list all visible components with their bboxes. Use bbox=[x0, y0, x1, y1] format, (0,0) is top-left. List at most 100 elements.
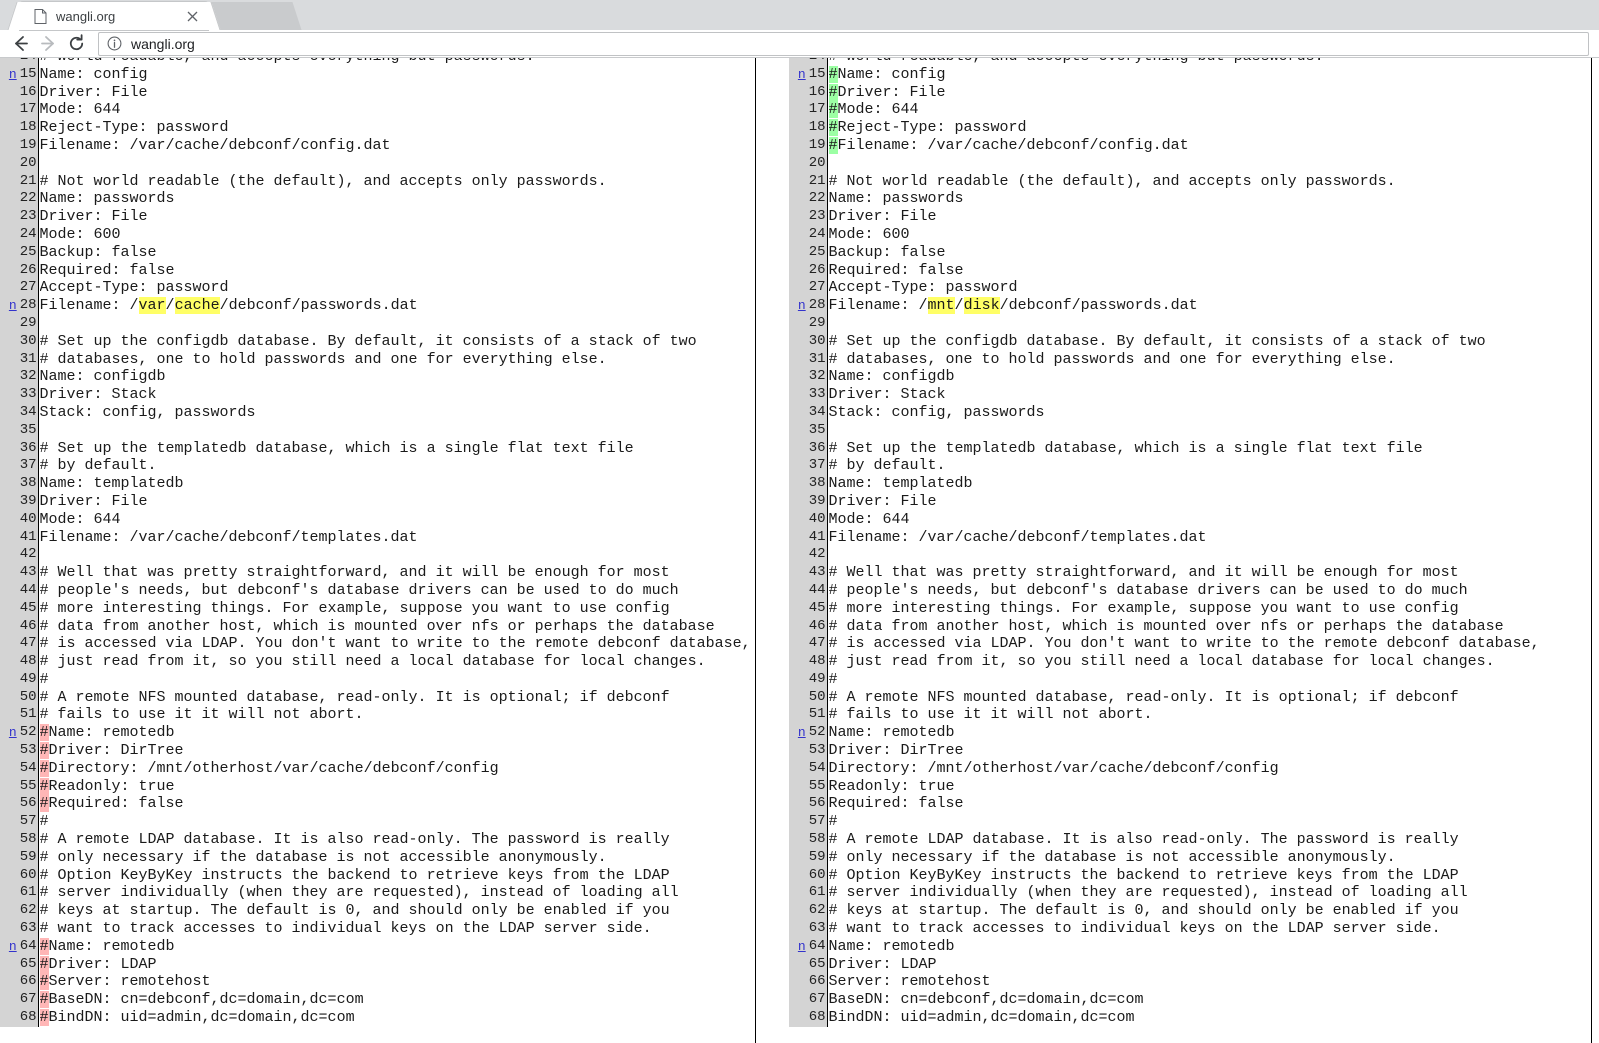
code-line-content[interactable]: # world-readable, and accepts everything… bbox=[38, 58, 755, 66]
next-change-anchor-link[interactable]: n bbox=[798, 938, 806, 956]
code-line-content[interactable]: Stack: config, passwords bbox=[827, 403, 1591, 422]
code-line-content[interactable]: # Set up the templatedb database, which … bbox=[827, 439, 1591, 458]
next-change-anchor-link[interactable]: n bbox=[9, 938, 17, 956]
code-line-content[interactable]: # A remote LDAP database. It is also rea… bbox=[827, 831, 1591, 849]
next-change-anchor-link[interactable]: n bbox=[9, 66, 17, 84]
code-line-content[interactable]: BindDN: uid=admin,dc=domain,dc=com bbox=[827, 1009, 1591, 1027]
code-line-content[interactable]: # more interesting things. For example, … bbox=[827, 599, 1591, 618]
code-line-content[interactable]: # fails to use it it will not abort. bbox=[38, 706, 755, 725]
code-line-content[interactable]: # server individually (when they are req… bbox=[38, 884, 755, 903]
code-line-content[interactable]: Name: templatedb bbox=[827, 475, 1591, 493]
code-line-content[interactable]: # data from another host, which is mount… bbox=[38, 617, 755, 636]
code-line-content[interactable]: #Driver: File bbox=[827, 83, 1591, 102]
code-line-content[interactable]: Driver: File bbox=[827, 208, 1591, 226]
code-line-content[interactable]: Driver: File bbox=[38, 492, 755, 511]
diff-pane-right[interactable]: n14# world-readable, and accepts everyth… bbox=[789, 58, 1592, 1043]
code-line-content[interactable]: # people's needs, but debconf's database… bbox=[827, 581, 1591, 600]
code-line-content[interactable]: # want to track accesses to individual k… bbox=[38, 920, 755, 938]
code-line-content[interactable]: BaseDN: cn=debconf,dc=domain,dc=com bbox=[827, 991, 1591, 1010]
code-line-content[interactable] bbox=[38, 421, 755, 440]
code-line-content[interactable] bbox=[38, 546, 755, 565]
code-line-content[interactable]: Filename: /var/cache/debconf/templates.d… bbox=[38, 528, 755, 547]
code-line-content[interactable]: # is accessed via LDAP. You don't want t… bbox=[827, 635, 1591, 654]
code-line-content[interactable]: # bbox=[827, 670, 1591, 689]
code-line-content[interactable]: Driver: File bbox=[38, 83, 755, 102]
reload-icon[interactable] bbox=[62, 32, 90, 56]
code-line-content[interactable]: # Set up the configdb database. By defau… bbox=[38, 332, 755, 351]
browser-tab-inactive[interactable] bbox=[214, 2, 290, 30]
code-line-content[interactable]: Filename: /mnt/disk/debconf/passwords.da… bbox=[827, 297, 1591, 315]
code-line-content[interactable]: Required: false bbox=[38, 261, 755, 280]
code-line-content[interactable] bbox=[827, 546, 1591, 565]
code-line-content[interactable]: # Set up the templatedb database, which … bbox=[38, 439, 755, 458]
code-line-content[interactable]: Name: passwords bbox=[38, 190, 755, 209]
code-line-content[interactable]: # Option KeyByKey instructs the backend … bbox=[38, 866, 755, 885]
code-line-content[interactable]: #Name: remotedb bbox=[38, 724, 755, 743]
arrow-right-icon[interactable] bbox=[34, 32, 62, 56]
code-line-content[interactable]: Name: passwords bbox=[827, 190, 1591, 209]
code-line-content[interactable]: Reject-Type: password bbox=[38, 119, 755, 137]
code-line-content[interactable]: # A remote LDAP database. It is also rea… bbox=[38, 831, 755, 849]
code-line-content[interactable]: Name: configdb bbox=[38, 368, 755, 387]
code-line-content[interactable]: #Mode: 644 bbox=[827, 101, 1591, 120]
code-line-content[interactable]: # by default. bbox=[38, 457, 755, 476]
code-line-content[interactable]: # Not world readable (the default), and … bbox=[38, 172, 755, 191]
code-line-content[interactable]: #Name: config bbox=[827, 65, 1591, 84]
code-line-content[interactable]: Name: remotedb bbox=[827, 937, 1591, 956]
code-line-content[interactable]: Filename: /var/cache/debconf/templates.d… bbox=[827, 528, 1591, 547]
code-line-content[interactable]: Driver: Stack bbox=[38, 386, 755, 404]
code-line-content[interactable]: #Reject-Type: password bbox=[827, 119, 1591, 137]
code-line-content[interactable]: Mode: 644 bbox=[827, 510, 1591, 529]
next-change-anchor-link[interactable]: n bbox=[9, 297, 17, 315]
code-line-content[interactable]: Backup: false bbox=[38, 243, 755, 262]
code-line-content[interactable]: # bbox=[38, 670, 755, 689]
code-line-content[interactable]: # more interesting things. For example, … bbox=[38, 599, 755, 618]
code-line-content[interactable]: #Driver: LDAP bbox=[38, 955, 755, 974]
code-line-content[interactable]: #BaseDN: cn=debconf,dc=domain,dc=com bbox=[38, 991, 755, 1010]
code-line-content[interactable]: # data from another host, which is mount… bbox=[827, 617, 1591, 636]
code-line-content[interactable]: Name: config bbox=[38, 65, 755, 84]
code-line-content[interactable]: Filename: /var/cache/debconf/config.dat bbox=[38, 136, 755, 155]
code-line-content[interactable]: # people's needs, but debconf's database… bbox=[38, 581, 755, 600]
code-line-content[interactable]: # databases, one to hold passwords and o… bbox=[38, 350, 755, 369]
code-line-content[interactable]: Required: false bbox=[827, 795, 1591, 814]
diff-pane-left[interactable]: n14# world-readable, and accepts everyth… bbox=[0, 58, 756, 1043]
code-line-content[interactable]: #Name: remotedb bbox=[38, 937, 755, 956]
code-line-content[interactable]: # keys at startup. The default is 0, and… bbox=[38, 902, 755, 921]
code-line-content[interactable]: # A remote NFS mounted database, read-on… bbox=[38, 688, 755, 707]
code-line-content[interactable]: # world-readable, and accepts everything… bbox=[827, 58, 1591, 66]
code-line-content[interactable]: #Filename: /var/cache/debconf/config.dat bbox=[827, 136, 1591, 155]
code-line-content[interactable]: #Required: false bbox=[38, 795, 755, 814]
code-line-content[interactable]: # server individually (when they are req… bbox=[827, 884, 1591, 903]
code-line-content[interactable]: # is accessed via LDAP. You don't want t… bbox=[38, 635, 755, 654]
code-line-content[interactable]: # Well that was pretty straightforward, … bbox=[827, 564, 1591, 582]
code-line-content[interactable]: Filename: /var/cache/debconf/passwords.d… bbox=[38, 297, 755, 315]
code-line-content[interactable]: #Driver: DirTree bbox=[38, 742, 755, 760]
browser-tab-active[interactable]: wangli.org bbox=[20, 2, 208, 30]
code-line-content[interactable]: # keys at startup. The default is 0, and… bbox=[827, 902, 1591, 921]
address-bar-url[interactable]: wangli.org bbox=[131, 36, 195, 52]
code-line-content[interactable]: # databases, one to hold passwords and o… bbox=[827, 350, 1591, 369]
code-line-content[interactable] bbox=[827, 421, 1591, 440]
code-line-content[interactable]: Stack: config, passwords bbox=[38, 403, 755, 422]
code-line-content[interactable]: # only necessary if the database is not … bbox=[38, 848, 755, 867]
code-line-content[interactable]: # only necessary if the database is not … bbox=[827, 848, 1591, 867]
address-bar[interactable]: wangli.org bbox=[98, 31, 1589, 56]
code-line-content[interactable]: Mode: 600 bbox=[827, 225, 1591, 244]
code-line-content[interactable]: # bbox=[827, 813, 1591, 832]
next-change-anchor-link[interactable]: n bbox=[798, 66, 806, 84]
code-line-content[interactable]: Directory: /mnt/otherhost/var/cache/debc… bbox=[827, 759, 1591, 778]
code-line-content[interactable]: #Directory: /mnt/otherhost/var/cache/deb… bbox=[38, 759, 755, 778]
code-line-content[interactable] bbox=[827, 314, 1591, 333]
code-line-content[interactable] bbox=[827, 154, 1591, 173]
code-line-content[interactable]: # fails to use it it will not abort. bbox=[827, 706, 1591, 725]
code-line-content[interactable]: Accept-Type: password bbox=[827, 279, 1591, 298]
info-circle-icon[interactable] bbox=[107, 36, 122, 51]
code-line-content[interactable]: Backup: false bbox=[827, 243, 1591, 262]
code-line-content[interactable]: Name: configdb bbox=[827, 368, 1591, 387]
code-line-content[interactable]: Name: templatedb bbox=[38, 475, 755, 493]
code-line-content[interactable]: # A remote NFS mounted database, read-on… bbox=[827, 688, 1591, 707]
code-line-content[interactable]: # Well that was pretty straightforward, … bbox=[38, 564, 755, 582]
code-line-content[interactable]: Mode: 644 bbox=[38, 510, 755, 529]
code-line-content[interactable]: Driver: File bbox=[38, 208, 755, 226]
